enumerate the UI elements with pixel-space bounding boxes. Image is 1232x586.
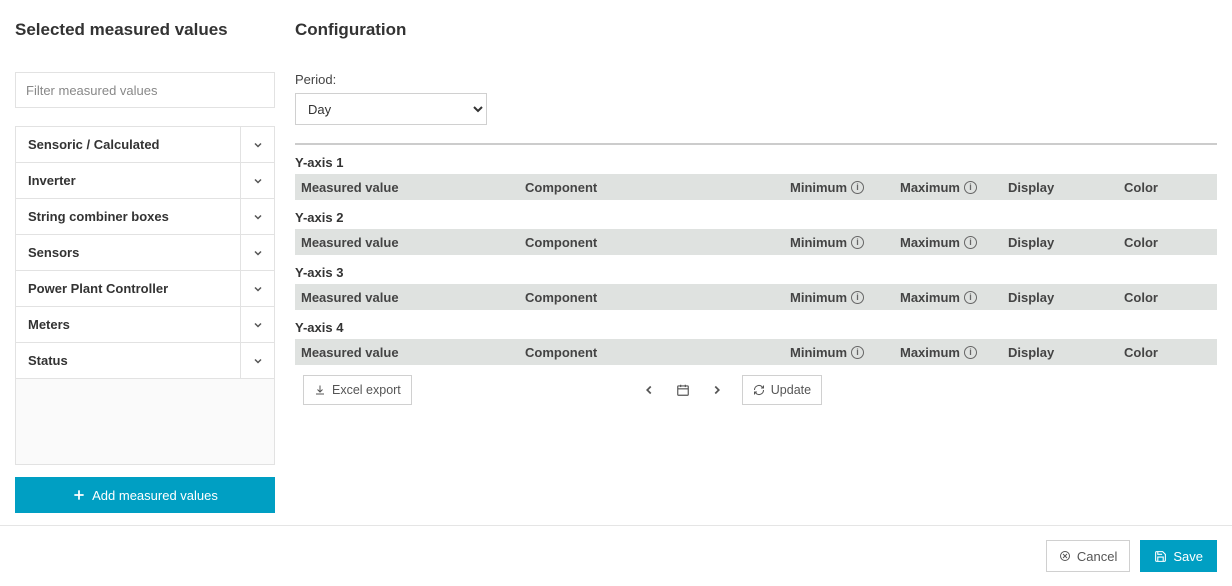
chevron-down-icon[interactable] [240,307,274,342]
col-color: Color [1124,345,1217,360]
update-button[interactable]: Update [742,375,822,405]
category-label: Sensors [16,235,240,270]
save-icon [1154,550,1167,563]
calendar-icon[interactable] [676,383,690,397]
category-sensors[interactable]: Sensors [16,235,274,271]
y-axis-1-title: Y-axis 1 [295,155,1217,170]
col-component: Component [525,290,790,305]
col-minimum: Minimumi [790,345,900,360]
info-icon[interactable]: i [964,346,977,359]
chevron-down-icon[interactable] [240,271,274,306]
add-measured-values-button[interactable]: Add measured values [15,477,275,513]
divider [295,143,1217,145]
col-maximum: Maximumi [900,235,1008,250]
add-button-label: Add measured values [92,488,218,503]
period-select[interactable]: Day [295,93,487,125]
col-display: Display [1008,290,1124,305]
excel-export-label: Excel export [332,383,401,397]
col-measured-value: Measured value [295,235,525,250]
info-icon[interactable]: i [964,291,977,304]
category-inverter[interactable]: Inverter [16,163,274,199]
category-label: Power Plant Controller [16,271,240,306]
col-component: Component [525,180,790,195]
col-measured-value: Measured value [295,290,525,305]
category-accordion: Sensoric / Calculated Inverter String co… [15,126,275,379]
left-title: Selected measured values [15,20,275,40]
y-axis-3-header: Measured value Component Minimumi Maximu… [295,284,1217,310]
refresh-icon [753,384,765,396]
col-measured-value: Measured value [295,180,525,195]
footer: Cancel Save [0,525,1232,586]
y-axis-2-title: Y-axis 2 [295,210,1217,225]
y-axis-3-title: Y-axis 3 [295,265,1217,280]
category-label: Status [16,343,240,378]
chevron-left-icon[interactable] [642,383,656,397]
y-axis-4-title: Y-axis 4 [295,320,1217,335]
chevron-down-icon[interactable] [240,235,274,270]
col-minimum: Minimumi [790,180,900,195]
col-maximum: Maximumi [900,345,1008,360]
col-display: Display [1008,235,1124,250]
category-status[interactable]: Status [16,343,274,379]
close-icon [1059,550,1071,562]
cancel-button[interactable]: Cancel [1046,540,1130,572]
chevron-down-icon[interactable] [240,343,274,378]
accordion-empty-area [15,379,275,465]
col-display: Display [1008,345,1124,360]
download-icon [314,384,326,396]
col-color: Color [1124,290,1217,305]
filter-input[interactable] [15,72,275,108]
y-axis-2-header: Measured value Component Minimumi Maximu… [295,229,1217,255]
chevron-right-icon[interactable] [710,383,724,397]
col-display: Display [1008,180,1124,195]
category-sensoric-calculated[interactable]: Sensoric / Calculated [16,127,274,163]
col-component: Component [525,235,790,250]
category-label: Sensoric / Calculated [16,127,240,162]
y-axis-1-header: Measured value Component Minimumi Maximu… [295,174,1217,200]
category-string-combiner-boxes[interactable]: String combiner boxes [16,199,274,235]
col-maximum: Maximumi [900,290,1008,305]
category-power-plant-controller[interactable]: Power Plant Controller [16,271,274,307]
info-icon[interactable]: i [851,346,864,359]
info-icon[interactable]: i [851,181,864,194]
period-label: Period: [295,72,1217,87]
category-label: Inverter [16,163,240,198]
date-nav [642,383,724,397]
info-icon[interactable]: i [851,236,864,249]
info-icon[interactable]: i [851,291,864,304]
category-meters[interactable]: Meters [16,307,274,343]
info-icon[interactable]: i [964,181,977,194]
col-minimum: Minimumi [790,290,900,305]
col-minimum: Minimumi [790,235,900,250]
excel-export-button[interactable]: Excel export [303,375,412,405]
config-title: Configuration [295,20,1217,40]
col-component: Component [525,345,790,360]
col-measured-value: Measured value [295,345,525,360]
y-axis-4-header: Measured value Component Minimumi Maximu… [295,339,1217,365]
category-label: String combiner boxes [16,199,240,234]
plus-icon [72,488,86,502]
info-icon[interactable]: i [964,236,977,249]
chevron-down-icon[interactable] [240,199,274,234]
cancel-label: Cancel [1077,549,1117,564]
save-label: Save [1173,549,1203,564]
col-color: Color [1124,180,1217,195]
category-label: Meters [16,307,240,342]
col-color: Color [1124,235,1217,250]
chevron-down-icon[interactable] [240,163,274,198]
chevron-down-icon[interactable] [240,127,274,162]
col-maximum: Maximumi [900,180,1008,195]
save-button[interactable]: Save [1140,540,1217,572]
update-label: Update [771,383,811,397]
